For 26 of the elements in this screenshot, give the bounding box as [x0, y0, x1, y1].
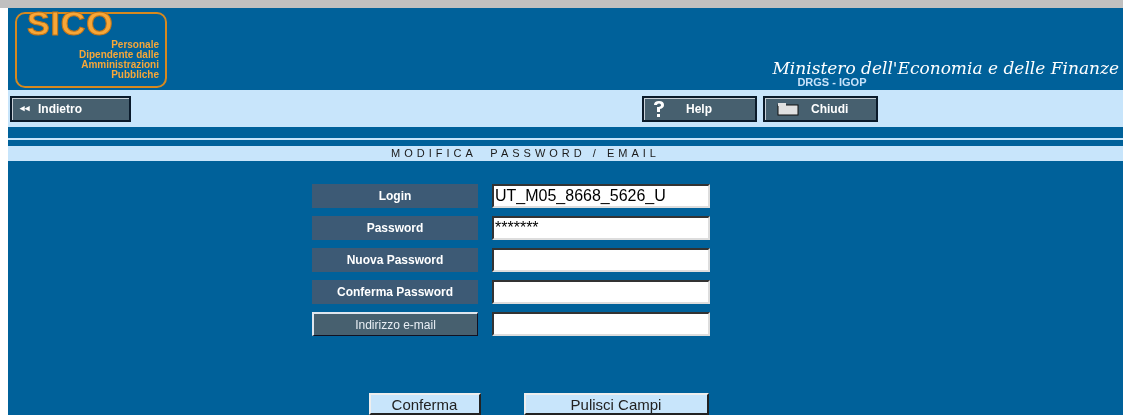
logo-subtitle: Pubbliche [111, 70, 159, 80]
field-label: Password [312, 216, 478, 240]
ministry-title: Ministero dell'Economia e delle Finanze [772, 60, 1119, 77]
folder-icon [777, 101, 799, 116]
page-title: MODIFICA PASSWORD / EMAIL [391, 146, 660, 162]
input-field[interactable] [492, 248, 710, 272]
rewind-icon: ◂◂ [20, 101, 30, 116]
help-icon [652, 99, 666, 118]
help-button[interactable]: Help [642, 95, 757, 122]
input-field[interactable] [492, 280, 710, 304]
clear-fields-button[interactable]: Pulisci Campi [523, 393, 709, 415]
input-field[interactable] [492, 312, 710, 336]
logo-title: SICO [27, 6, 114, 40]
back-button[interactable]: ◂◂ Indietro [10, 95, 131, 122]
field-label: Nuova Password [312, 248, 478, 272]
logo-subtitle: Amministrazioni [81, 60, 159, 70]
field-label-button[interactable]: Indirizzo e-mail [312, 312, 478, 336]
input-field[interactable]: ******* [492, 216, 710, 240]
close-button[interactable]: Chiudi [763, 95, 878, 122]
department-label: DRGS - IGOP [797, 77, 867, 88]
confirm-button[interactable]: Conferma [368, 393, 481, 415]
logo-subtitle: Dipendente dalle [79, 50, 159, 60]
logo-subtitle: Personale [111, 40, 159, 50]
input-field[interactable]: UT_M05_8668_5626_U [492, 184, 710, 208]
field-label: Conferma Password [312, 280, 478, 304]
field-label: Login [312, 184, 478, 208]
